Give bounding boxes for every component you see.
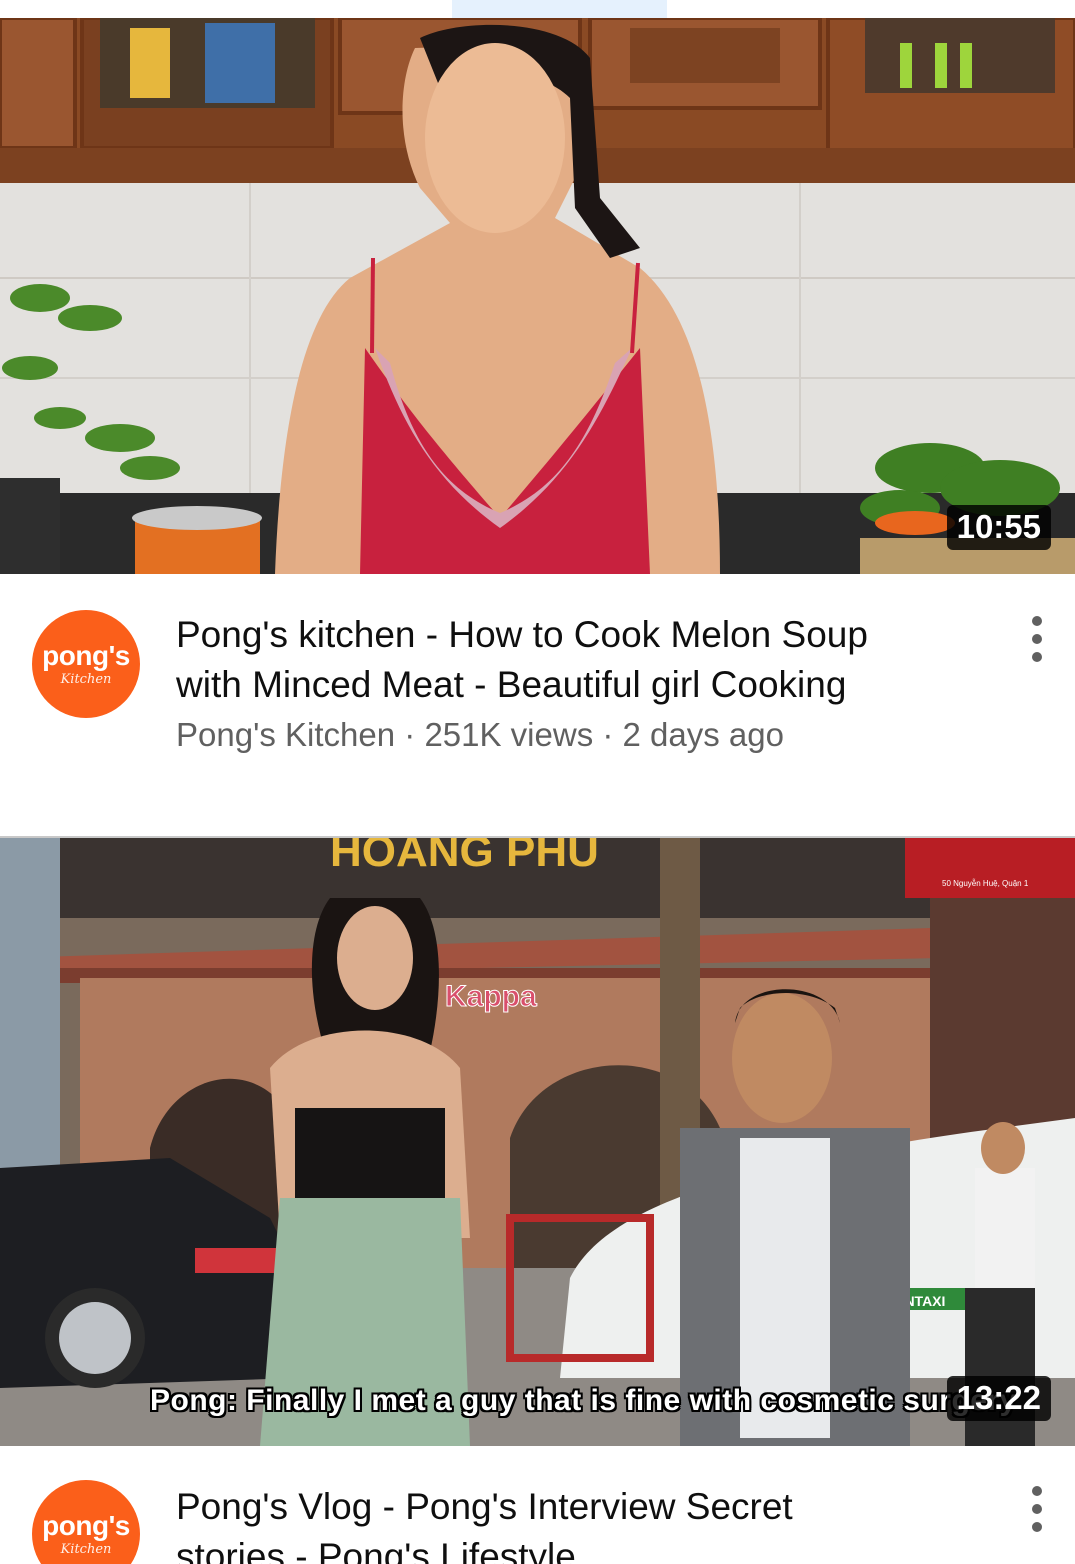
video-subtitle: Pong's Kitchen · 251K views · 2 days ago bbox=[176, 716, 784, 754]
video-title-line-2: stories - Pong's Lifestyle bbox=[176, 1536, 576, 1564]
video-duration-badge: 13:22 bbox=[946, 1376, 1051, 1421]
sign-address: 50 Nguyễn Huệ, Quận 1 bbox=[942, 879, 1029, 888]
channel-avatar[interactable]: pong's Kitchen bbox=[32, 610, 140, 718]
video-title[interactable]: Pong's Vlog - Pong's Interview Secret st… bbox=[176, 1482, 976, 1564]
video-title[interactable]: Pong's kitchen - How to Cook Melon Soup … bbox=[176, 610, 976, 710]
video-title-line-2: with Minced Meat - Beautiful girl Cookin… bbox=[176, 664, 847, 705]
view-count: 251K views bbox=[424, 716, 594, 753]
top-bar bbox=[0, 0, 1075, 18]
separator: · bbox=[395, 716, 425, 753]
video-thumbnail-1[interactable]: 10:55 bbox=[0, 18, 1075, 574]
separator: · bbox=[593, 716, 623, 753]
video-title-line-1: Pong's Vlog - Pong's Interview Secret bbox=[176, 1486, 793, 1527]
avatar-brand-text: pong's bbox=[42, 1510, 130, 1541]
sign-hoang-phu: HOANG PHU bbox=[330, 838, 599, 876]
thumbnail-scene-street: HOANG PHU 50 Nguyễn Huệ, Quận 1 Kappa SU… bbox=[0, 838, 1075, 1446]
more-options-icon[interactable] bbox=[1026, 1486, 1048, 1532]
channel-avatar[interactable]: pong's Kitchen bbox=[32, 1480, 140, 1564]
video-duration-badge: 10:55 bbox=[946, 505, 1051, 550]
upload-age: 2 days ago bbox=[622, 716, 784, 753]
video-meta-1: pong's Kitchen Pong's kitchen - How to C… bbox=[0, 574, 1075, 836]
sign-kappa: Kappa bbox=[445, 980, 537, 1013]
video-thumbnail-2[interactable]: HOANG PHU 50 Nguyễn Huệ, Quận 1 Kappa SU… bbox=[0, 836, 1075, 1446]
video-meta-2: pong's Kitchen Pong's Vlog - Pong's Inte… bbox=[0, 1446, 1075, 1564]
tab-indicator bbox=[452, 0, 667, 18]
video-title-line-1: Pong's kitchen - How to Cook Melon Soup bbox=[176, 614, 868, 655]
thumbnail-scene-kitchen bbox=[0, 18, 1075, 574]
avatar-script-text: Kitchen bbox=[60, 672, 112, 687]
avatar-brand-text: pong's bbox=[42, 640, 130, 671]
channel-name[interactable]: Pong's Kitchen bbox=[176, 716, 395, 753]
video-caption-overlay: Pong: Finally I met a guy that is fine w… bbox=[150, 1384, 1017, 1417]
more-options-icon[interactable] bbox=[1026, 616, 1048, 662]
avatar-script-text: Kitchen bbox=[60, 1542, 112, 1557]
